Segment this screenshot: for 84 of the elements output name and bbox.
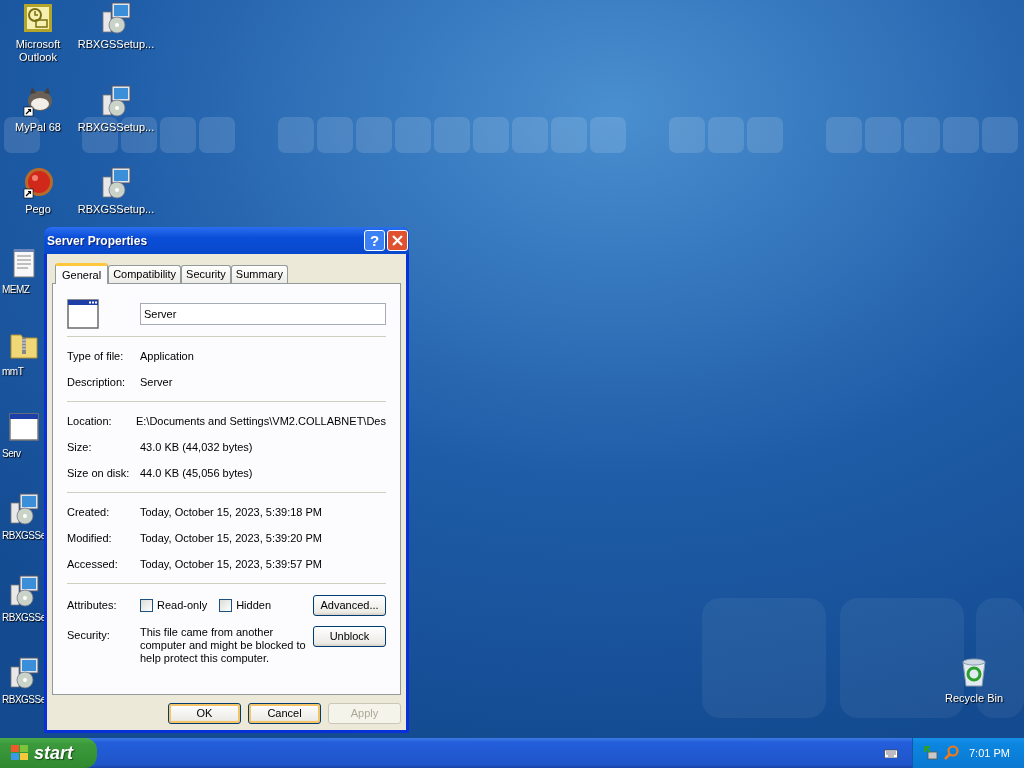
property-label: Security: xyxy=(67,628,111,643)
clock: 7:01 PM xyxy=(969,745,1010,761)
property-label: Type of file: xyxy=(67,348,125,364)
wallpaper-tile xyxy=(434,117,470,153)
installer-icon xyxy=(100,85,132,117)
property-label: Description: xyxy=(67,374,127,390)
wallpaper-tile xyxy=(747,117,783,153)
property-label: Accessed: xyxy=(67,556,119,572)
property-label: Created: xyxy=(67,504,111,520)
wallpaper-tile xyxy=(865,117,901,153)
window-icon xyxy=(67,299,99,329)
desktop-icon-label[interactable]: RBXGSSe xyxy=(2,529,46,542)
dialog-button[interactable]: Cancel xyxy=(248,703,321,724)
wallpaper-tile xyxy=(708,117,744,153)
checkbox-label: Hidden xyxy=(236,597,271,613)
close-icon xyxy=(392,235,403,246)
desktop-icon-label[interactable]: MEMZ xyxy=(2,283,30,296)
installer-icon xyxy=(8,575,40,607)
window-title: Server Properties xyxy=(47,232,148,250)
checkbox-label: Read-only xyxy=(157,597,208,613)
desktop-icon-label[interactable]: RBXGSSetup... xyxy=(77,38,155,51)
close-button[interactable] xyxy=(387,230,408,251)
installer-icon xyxy=(100,2,132,34)
dialog-button[interactable]: OK xyxy=(168,703,241,724)
wallpaper-tile xyxy=(473,117,509,153)
property-label: Attributes: xyxy=(67,597,118,613)
installer-icon xyxy=(100,167,132,199)
property-value: 44.0 KB (45,056 bytes) xyxy=(140,465,253,481)
desktop-icon-label[interactable]: RBXGSSetup... xyxy=(77,121,155,134)
advanced-button[interactable]: Advanced... xyxy=(313,594,386,616)
unblock-button[interactable]: Unblock xyxy=(313,626,386,647)
tab[interactable]: Compatibility xyxy=(108,265,182,283)
network-icon[interactable] xyxy=(923,745,939,761)
wallpaper-tile xyxy=(943,117,979,153)
checkbox[interactable] xyxy=(219,598,233,612)
animal-icon xyxy=(22,85,54,117)
wallpaper-tile xyxy=(199,117,235,153)
desktop-icon-label[interactable]: Pego xyxy=(25,203,51,216)
property-value: E:\Documents and Settings\VM2.COLLABNET\Des xyxy=(135,413,386,429)
ball-icon xyxy=(22,167,54,199)
file-name-field[interactable]: Server xyxy=(140,303,386,325)
wallpaper-tile xyxy=(512,117,548,153)
desktop-icon-label[interactable]: MyPal 68 xyxy=(15,121,61,134)
property-value: Server xyxy=(140,374,173,390)
tab[interactable]: Security xyxy=(181,265,231,283)
installer-icon xyxy=(8,657,40,689)
wallpaper-tile xyxy=(551,117,587,153)
windows-logo-icon xyxy=(10,744,30,762)
help-button[interactable]: ? xyxy=(364,230,385,251)
keyboard-icon[interactable] xyxy=(884,748,898,758)
property-value: Today, October 15, 2023, 5:39:20 PM xyxy=(140,530,323,546)
desktop-icon-label[interactable]: Serv xyxy=(2,447,21,460)
tab[interactable]: General xyxy=(55,263,109,284)
property-value: Today, October 15, 2023, 5:39:18 PM xyxy=(140,504,323,520)
desktop-icon-label[interactable]: Microsoft Outlook xyxy=(15,38,61,64)
desktop-icon-label[interactable]: RBXGSSetup... xyxy=(77,203,155,216)
property-value: Application xyxy=(140,348,194,364)
wallpaper-tile xyxy=(669,117,705,153)
wallpaper-tile xyxy=(590,117,626,153)
security-note: This file came from another computer and might be blocked to help protect this computer. xyxy=(140,626,307,665)
wallpaper-tile xyxy=(904,117,940,153)
calendar-icon xyxy=(22,2,54,34)
property-label: Size on disk: xyxy=(67,465,131,481)
property-value: Today, October 15, 2023, 5:39:57 PM xyxy=(140,556,323,572)
tab[interactable]: Summary xyxy=(230,265,288,283)
property-label: Size: xyxy=(67,439,93,455)
desktop-icon-label[interactable]: Recycle Bin xyxy=(944,692,1004,705)
wallpaper-tile xyxy=(356,117,392,153)
property-value: 43.0 KB (44,032 bytes) xyxy=(140,439,253,455)
wallpaper-tile xyxy=(982,117,1018,153)
wallpaper-tile xyxy=(317,117,353,153)
wallpaper-tile xyxy=(395,117,431,153)
window-icon xyxy=(8,411,40,443)
checkbox[interactable] xyxy=(140,598,153,612)
desktop-icon-label[interactable]: RBXGSSe xyxy=(2,611,46,624)
property-label: Modified: xyxy=(67,530,113,546)
wallpaper-tile xyxy=(160,117,196,153)
wallpaper-tile xyxy=(826,117,862,153)
desktop-icon-label[interactable]: RBXGSSe xyxy=(2,693,46,706)
property-label: Location: xyxy=(67,413,113,429)
wallpaper-tile xyxy=(278,117,314,153)
installer-icon xyxy=(8,493,40,525)
desktop-icon-label[interactable]: mmT xyxy=(2,365,24,378)
start-button[interactable]: start xyxy=(0,738,97,768)
